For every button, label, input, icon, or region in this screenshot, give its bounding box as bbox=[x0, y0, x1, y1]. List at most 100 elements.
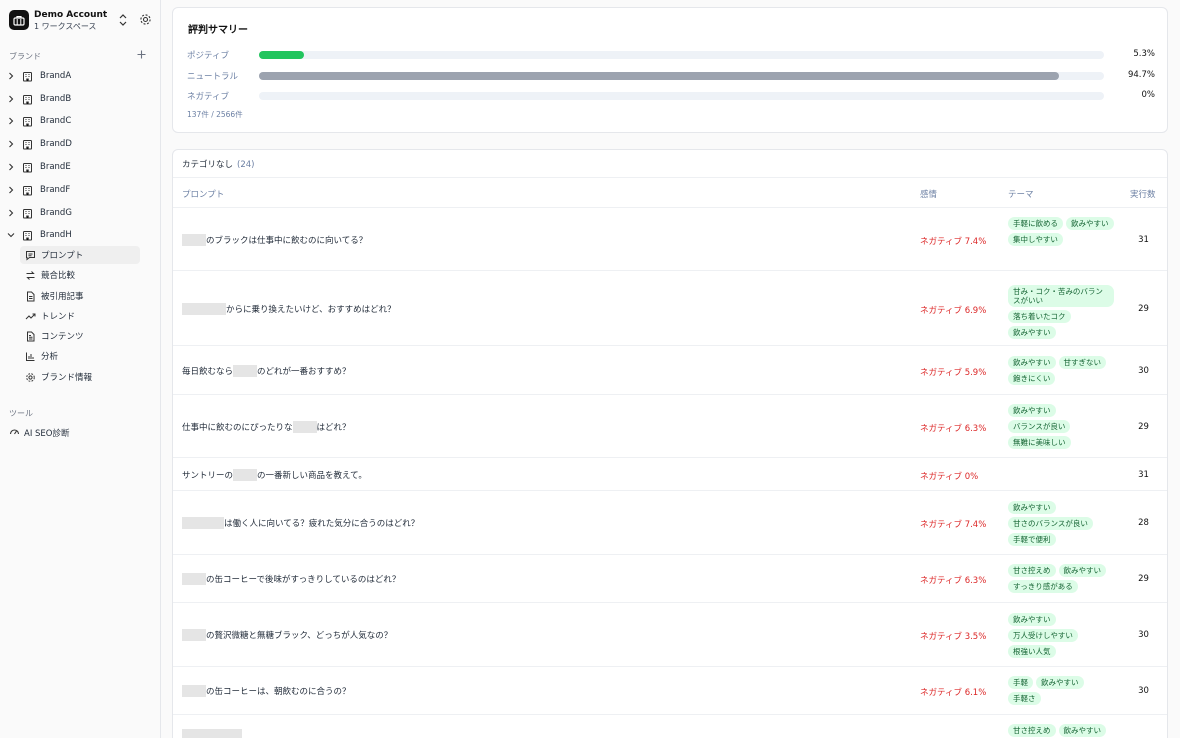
prompt-cell[interactable]: 毎日飲むなら のどれが一番おすすめ？ bbox=[182, 364, 351, 377]
table-row[interactable]: の缶コーヒーで後味がすっきりしているのはどれ？ ネガティブ 6.3% 甘さ控えめ 飲み… bbox=[173, 555, 1167, 603]
sidebar-brand-brandh[interactable]: BrandH bbox=[4, 226, 154, 244]
sentiment-cell: ネガティブ 7.4% bbox=[920, 236, 987, 247]
sentiment-bar-fill bbox=[259, 72, 1060, 80]
category-name: カテゴリなし bbox=[182, 160, 234, 170]
header-sentiment[interactable]: 感情 bbox=[920, 188, 937, 200]
sidebar-brand-brandb[interactable]: BrandB bbox=[4, 90, 154, 108]
sidebar-subitem-0[interactable]: プロンプト bbox=[20, 246, 140, 264]
runs-cell: 29 bbox=[1138, 303, 1149, 314]
brand-label: BrandF bbox=[40, 185, 71, 195]
redacted-brand-name bbox=[182, 233, 206, 246]
sidebar-subitem-6[interactable]: ブランド情報 bbox=[20, 368, 140, 386]
trend-icon bbox=[25, 311, 37, 322]
table-row[interactable]: サントリーの の一番新しい商品を教えて。 ネガティブ 0% 31 bbox=[173, 458, 1167, 491]
account-switcher[interactable]: Demo Account 1 ワークスペース bbox=[9, 9, 151, 31]
sentiment-bar-track bbox=[259, 92, 1104, 100]
sidebar-subitem-5[interactable]: 分析 bbox=[20, 347, 140, 365]
sidebar-item-label: 被引用記事 bbox=[41, 292, 84, 302]
summary-title: 評判サマリー bbox=[188, 25, 248, 36]
table-row[interactable]: 毎日飲むなら のどれが一番おすすめ？ ネガティブ 5.9% 飲みやすい 甘すぎない 飽きに… bbox=[173, 346, 1167, 395]
chevron-right-icon[interactable] bbox=[4, 71, 18, 81]
building-icon bbox=[22, 94, 36, 105]
redacted-brand-name bbox=[182, 629, 206, 641]
table-row[interactable]: は働く人に向いてる？疲れた気分に合うのはどれ？ ネガティブ 7.4% 飲みやすい 甘さ… bbox=[173, 491, 1167, 555]
sidebar-brand-branda[interactable]: BrandA bbox=[4, 67, 154, 85]
prompt-cell[interactable]: は働く人に向いてる？疲れた気分に合うのはどれ？ bbox=[182, 517, 419, 529]
prompt-cell[interactable] bbox=[182, 729, 242, 738]
runs-cell: 30 bbox=[1138, 686, 1149, 696]
theme-tag: 甘み・コク・苦みのバランスがいい bbox=[1008, 284, 1114, 307]
theme-tag: 落ち着いたコク bbox=[1008, 309, 1071, 323]
sentiment-label: ニュートラル bbox=[187, 72, 239, 82]
sidebar-brand-brandg[interactable]: BrandG bbox=[4, 204, 154, 222]
gear-icon[interactable] bbox=[139, 13, 152, 26]
chevron-right-icon[interactable] bbox=[4, 208, 18, 218]
sidebar-subitem-3[interactable]: トレンド bbox=[20, 307, 140, 325]
sidebar-brand-brandd[interactable]: BrandD bbox=[4, 135, 154, 153]
chevron-right-icon[interactable] bbox=[4, 139, 18, 149]
theme-tag: 飲みやすい bbox=[1008, 404, 1056, 417]
sidebar-subitem-1[interactable]: 競合比較 bbox=[20, 266, 140, 284]
table-row[interactable]: の贅沢微糖と無糖ブラック、どっちが人気なの？ ネガティブ 3.5% 飲みやすい 万人受… bbox=[173, 603, 1167, 667]
chevrons-up-down-icon[interactable] bbox=[117, 13, 129, 27]
sentiment-percent: 0% bbox=[1141, 90, 1156, 100]
prompt-count: 137件 / 2566件 bbox=[187, 110, 243, 119]
sidebar-brand-brandf[interactable]: BrandF bbox=[4, 181, 154, 199]
sidebar-item-label: 分析 bbox=[41, 352, 59, 362]
table-row[interactable]: 甘さ控えめ 飲みやすい bbox=[173, 715, 1167, 738]
theme-tag: 飲みやすい bbox=[1008, 355, 1056, 369]
building-icon bbox=[22, 139, 36, 150]
sentiment-bar-track bbox=[259, 72, 1104, 80]
chevron-down-icon[interactable] bbox=[4, 230, 18, 240]
prompt-cell[interactable]: の缶コーヒーで後味がすっきりしているのはどれ？ bbox=[182, 573, 400, 585]
theme-tag: 甘すぎない bbox=[1058, 355, 1106, 369]
gauge-icon bbox=[9, 426, 20, 440]
sidebar-brand-brande[interactable]: BrandE bbox=[4, 158, 154, 176]
building-icon bbox=[22, 116, 36, 127]
sentiment-row: ポジティブ 5.3% bbox=[187, 49, 1157, 61]
prompt-cell[interactable]: サントリーの の一番新しい商品を教えて。 bbox=[182, 468, 367, 481]
theme-tag: 飲みやすい bbox=[1058, 564, 1106, 577]
brand-label: BrandE bbox=[40, 162, 71, 172]
table-row[interactable]: から に乗り換えたいけど、おすすめはどれ？ ネガティブ 6.9% 甘み・コク・苦みのバ… bbox=[173, 271, 1167, 346]
add-brand-button[interactable] bbox=[137, 49, 146, 61]
theme-tag: 飲みやすい bbox=[1058, 724, 1106, 737]
briefcase-icon bbox=[9, 10, 29, 30]
chevron-right-icon[interactable] bbox=[4, 185, 18, 195]
prompt-cell[interactable]: から に乗り換えたいけど、おすすめはどれ？ bbox=[182, 302, 396, 315]
sidebar-item-label: ブランド情報 bbox=[41, 373, 93, 383]
header-prompt[interactable]: プロンプト bbox=[182, 188, 224, 200]
sidebar-subitem-4[interactable]: コンテンツ bbox=[20, 327, 140, 345]
sidebar-item-ai-seo[interactable]: AI SEO診断 bbox=[9, 426, 149, 440]
prompt-cell[interactable]: の贅沢微糖と無糖ブラック、どっちが人気なの？ bbox=[182, 629, 392, 641]
table-row[interactable]: の缶コーヒーは、朝飲むのに合うの？ ネガティブ 6.1% 手軽 飲みやすい 手軽さ 30 bbox=[173, 667, 1167, 715]
table-row[interactable]: のブラックは仕事中に飲むのに向いてる？ ネガティブ 7.4% 手軽に飲める 飲みやすい… bbox=[173, 208, 1167, 271]
prompt-cell[interactable]: のブラックは仕事中に飲むのに向いてる？ bbox=[182, 233, 367, 246]
runs-cell: 30 bbox=[1138, 365, 1149, 376]
theme-tag: 飲みやすい bbox=[1008, 612, 1056, 626]
sidebar-brand-brandc[interactable]: BrandC bbox=[4, 112, 154, 130]
theme-tag: 甘さ控えめ bbox=[1008, 564, 1056, 577]
header-runs[interactable]: 実行数 bbox=[1130, 188, 1156, 200]
theme-tag: すっきり感がある bbox=[1008, 580, 1078, 593]
prompt-text-segment: から bbox=[226, 304, 244, 315]
sentiment-percent: 94.7% bbox=[1127, 70, 1155, 80]
tools-section-label: ツール bbox=[9, 409, 33, 418]
category-title[interactable]: カテゴリなし (24) bbox=[182, 158, 254, 170]
redacted-brand-name bbox=[233, 364, 258, 377]
prompt-cell[interactable]: の缶コーヒーは、朝飲むのに合うの？ bbox=[182, 685, 351, 697]
theme-tag: 手軽さ bbox=[1008, 692, 1041, 705]
chevron-right-icon[interactable] bbox=[4, 162, 18, 172]
sidebar-subitem-2[interactable]: 被引用記事 bbox=[20, 287, 140, 305]
prompt-cell[interactable]: 仕事中に飲むのにぴったりな はどれ？ bbox=[182, 420, 351, 433]
prompt-text-segment: の缶コーヒーは、朝飲むのに合うの？ bbox=[206, 687, 351, 697]
sidebar-item-label: コンテンツ bbox=[41, 332, 84, 342]
sentiment-label: ポジティブ bbox=[187, 51, 229, 61]
gear-icon bbox=[25, 372, 37, 383]
theme-tag: 飲みやすい bbox=[1008, 325, 1056, 339]
header-theme[interactable]: テーマ bbox=[1008, 188, 1034, 200]
chevron-right-icon[interactable] bbox=[4, 116, 18, 126]
theme-cell: 手軽に飲める 飲みやすい 集中しやすい bbox=[1008, 217, 1114, 246]
chevron-right-icon[interactable] bbox=[4, 94, 18, 104]
table-row[interactable]: 仕事中に飲むのにぴったりな はどれ？ ネガティブ 6.3% 飲みやすい バランスが良い無… bbox=[173, 395, 1167, 458]
